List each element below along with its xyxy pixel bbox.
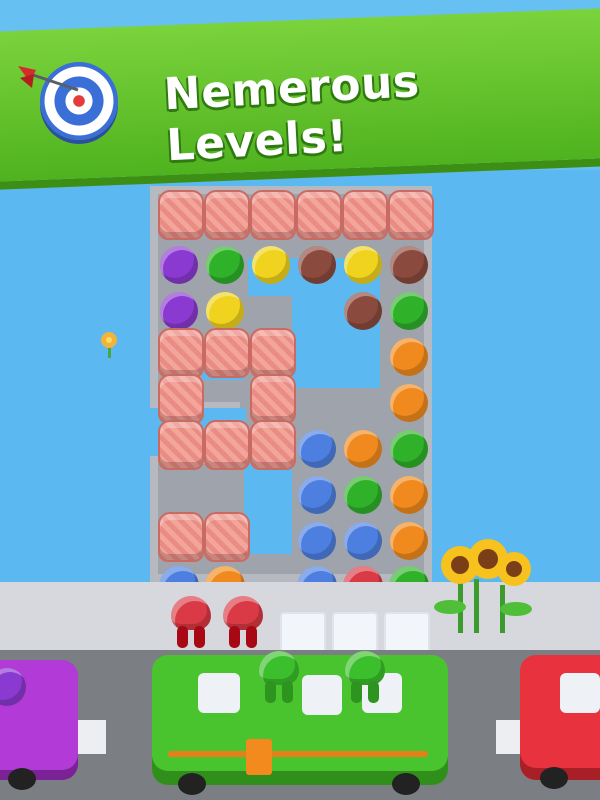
yellow-piece bbox=[206, 292, 244, 330]
crate-cell[interactable] bbox=[248, 420, 296, 472]
crate bbox=[250, 190, 296, 240]
water-notch bbox=[0, 408, 150, 584]
bus-rider bbox=[342, 651, 388, 711]
center-bus[interactable] bbox=[152, 651, 448, 795]
orange-piece-cell[interactable] bbox=[386, 380, 432, 426]
orange-piece-cell[interactable] bbox=[340, 426, 386, 472]
green-piece-cell[interactable] bbox=[386, 288, 432, 334]
crate-cell[interactable] bbox=[156, 190, 204, 242]
green-piece bbox=[206, 246, 244, 284]
queued-red-character bbox=[220, 596, 266, 656]
sunflower-decoration bbox=[434, 539, 532, 633]
crate bbox=[158, 512, 204, 562]
blue-piece bbox=[344, 522, 382, 560]
dart-icon bbox=[18, 66, 79, 92]
crate-cell[interactable] bbox=[202, 512, 250, 564]
bus-rider bbox=[0, 668, 26, 706]
crate bbox=[158, 328, 204, 378]
orange-piece bbox=[390, 522, 428, 560]
green-piece-cell[interactable] bbox=[202, 242, 248, 288]
orange-piece bbox=[390, 476, 428, 514]
green-piece bbox=[390, 430, 428, 468]
blue-piece-cell[interactable] bbox=[294, 426, 340, 472]
crate bbox=[296, 190, 342, 240]
empty-queue-slot bbox=[280, 612, 326, 654]
yellow-piece-cell[interactable] bbox=[340, 242, 386, 288]
yellow-piece bbox=[252, 246, 290, 284]
purple-piece bbox=[160, 246, 198, 284]
orange-piece-cell[interactable] bbox=[386, 472, 432, 518]
blue-piece-cell[interactable] bbox=[340, 518, 386, 564]
right-bus[interactable] bbox=[520, 655, 600, 789]
crate bbox=[250, 420, 296, 470]
green-piece bbox=[344, 476, 382, 514]
crate bbox=[342, 190, 388, 240]
empty-queue-slot bbox=[332, 612, 378, 654]
crate-cell[interactable] bbox=[156, 420, 204, 472]
orange-piece-cell[interactable] bbox=[386, 518, 432, 564]
orange-piece bbox=[344, 430, 382, 468]
crate bbox=[158, 190, 204, 240]
orange-piece bbox=[390, 384, 428, 422]
crate bbox=[204, 420, 250, 470]
crate bbox=[388, 190, 434, 240]
crate-cell[interactable] bbox=[248, 190, 296, 242]
queued-red-character bbox=[168, 596, 214, 656]
blue-piece-cell[interactable] bbox=[294, 518, 340, 564]
brown-piece-cell[interactable] bbox=[340, 288, 386, 334]
green-piece-cell[interactable] bbox=[340, 472, 386, 518]
crate-cell[interactable] bbox=[340, 190, 388, 242]
bus-rider bbox=[256, 651, 302, 711]
blue-piece bbox=[298, 430, 336, 468]
crate-cell[interactable] bbox=[202, 420, 250, 472]
blue-piece bbox=[298, 476, 336, 514]
purple-piece-cell[interactable] bbox=[156, 242, 202, 288]
yellow-piece bbox=[344, 246, 382, 284]
brown-piece bbox=[344, 292, 382, 330]
bus-wheel bbox=[392, 773, 420, 795]
brown-piece-cell[interactable] bbox=[294, 242, 340, 288]
orange-piece-cell[interactable] bbox=[386, 334, 432, 380]
bus-door bbox=[246, 739, 272, 775]
bus-window bbox=[302, 675, 342, 715]
bus-wheel bbox=[178, 773, 206, 795]
crate bbox=[204, 190, 250, 240]
crate bbox=[204, 512, 250, 562]
crate bbox=[250, 328, 296, 378]
small-flower-decoration bbox=[101, 332, 117, 358]
brown-piece-cell[interactable] bbox=[386, 242, 432, 288]
blue-piece bbox=[298, 522, 336, 560]
empty-queue-slot bbox=[384, 612, 430, 654]
bus-window bbox=[198, 673, 240, 713]
crate-cell[interactable] bbox=[294, 190, 342, 242]
left-bus[interactable] bbox=[0, 660, 78, 790]
purple-piece bbox=[160, 292, 198, 330]
bus-wheel bbox=[540, 767, 568, 789]
crate-cell[interactable] bbox=[156, 512, 204, 564]
green-piece bbox=[390, 292, 428, 330]
crate-cell[interactable] bbox=[202, 328, 250, 380]
brown-piece bbox=[298, 246, 336, 284]
crate bbox=[158, 420, 204, 470]
crate-cell[interactable] bbox=[202, 190, 250, 242]
bus-wheel bbox=[8, 768, 36, 790]
green-piece-cell[interactable] bbox=[386, 426, 432, 472]
crate bbox=[204, 328, 250, 378]
orange-piece bbox=[390, 338, 428, 376]
bus-window bbox=[560, 673, 600, 713]
crate bbox=[250, 374, 296, 424]
bus-stripe bbox=[168, 751, 428, 757]
yellow-piece-cell[interactable] bbox=[248, 242, 294, 288]
crate bbox=[158, 374, 204, 424]
crate-cell[interactable] bbox=[386, 190, 434, 242]
brown-piece bbox=[390, 246, 428, 284]
blue-piece-cell[interactable] bbox=[294, 472, 340, 518]
